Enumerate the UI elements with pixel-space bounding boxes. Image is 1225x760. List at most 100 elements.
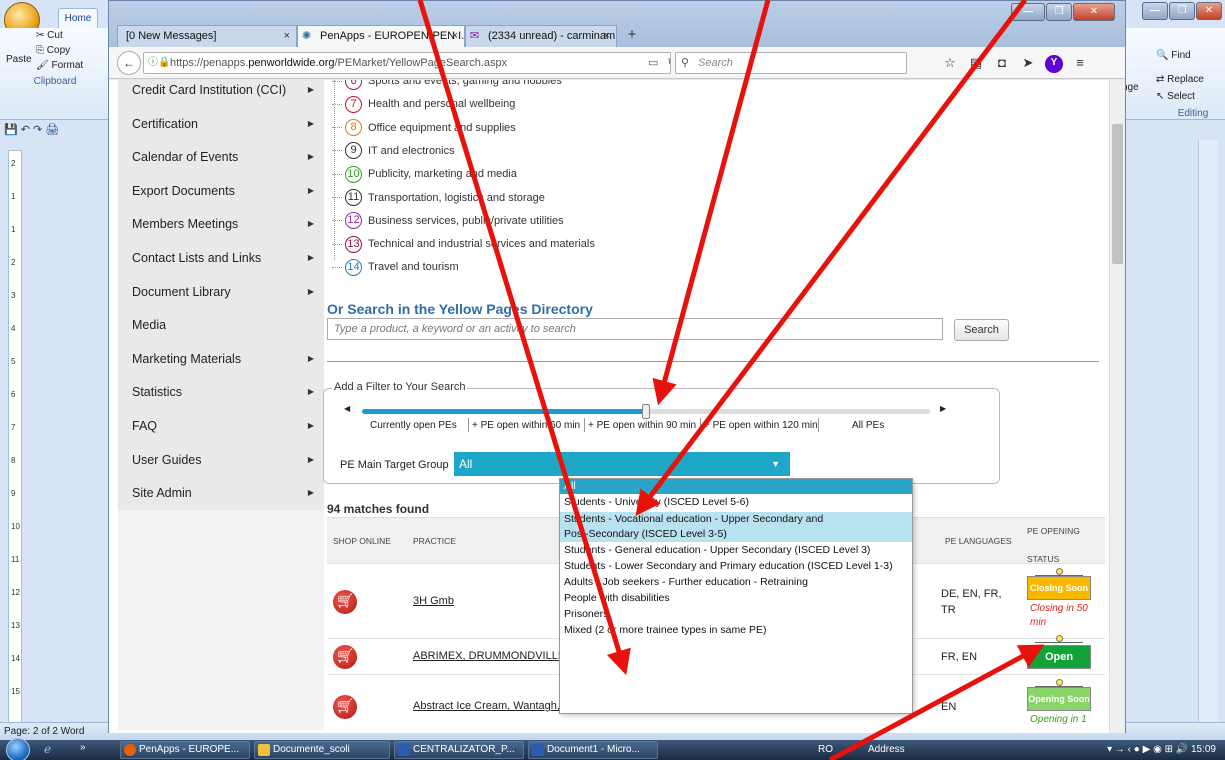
sidebar-item[interactable]: Media (118, 308, 324, 342)
sidebar-item[interactable]: User Guides ▶ (118, 443, 324, 477)
taskbar-item-document1[interactable]: Document1 - Micro... (528, 741, 658, 759)
category-item[interactable]: 12 Business services, public/private util… (332, 210, 564, 232)
restore-icon[interactable]: ❐ (1169, 2, 1195, 20)
dropdown-option-vocational[interactable]: Students - Vocational education - Upper … (560, 512, 912, 542)
taskbar-item-penapps[interactable]: PenApps - EUROPE... (120, 741, 250, 759)
back-arrow-icon[interactable]: ← (117, 51, 141, 75)
chevron-right-icon[interactable]: » (80, 742, 86, 753)
page-scrollbar[interactable] (1109, 80, 1125, 733)
shopping-cart-icon[interactable] (333, 645, 357, 669)
category-item[interactable]: 11 Transportation, logistics and storage (332, 187, 545, 209)
slider-left-arrow-icon[interactable]: ◀ (344, 404, 350, 413)
restore-icon[interactable]: ❐ (1046, 3, 1072, 21)
tab-mail[interactable]: ✉ (2334 unread) - carminam... × (465, 25, 617, 47)
url-bar[interactable]: ⓘ🔒 https://penapps.penworldwide.org/PEMa… (143, 52, 671, 74)
tab-close-icon[interactable]: × (452, 26, 458, 47)
sidebar-item[interactable]: Export Documents ▶ (118, 174, 324, 208)
pocket-icon[interactable]: ◘ (993, 55, 1011, 73)
tab-label: PenApps - EUROPEN-PEN I... (320, 30, 465, 42)
opening-time-slider[interactable] (362, 404, 930, 419)
category-item[interactable]: 6 Sports and events, gaming and hobbies (332, 80, 562, 92)
search-input[interactable]: ⚲ Search (675, 52, 907, 74)
practice-link[interactable]: Abstract Ice Cream, Wantagh, US (413, 700, 578, 712)
cut-button[interactable]: ✂ Cut (36, 30, 63, 41)
dropdown-option-adults[interactable]: Adults - Job seekers - Further education… (560, 575, 912, 590)
minimize-icon[interactable]: — (1011, 3, 1045, 21)
category-item[interactable]: 13 Technical and industrial services and … (332, 233, 595, 255)
minimize-icon[interactable]: — (1142, 2, 1168, 20)
dropdown-option-university[interactable]: Students - University (ISCED Level 5-6) (560, 495, 912, 510)
reader-reload-icons[interactable]: ▭ ↻ (648, 53, 670, 73)
close-icon[interactable]: ✕ (1196, 2, 1222, 20)
taskbar-item-centralizator[interactable]: CENTRALIZATOR_P... (394, 741, 524, 759)
dropdown-option-lower-secondary[interactable]: Students - Lower Secondary and Primary e… (560, 559, 912, 574)
copy-button[interactable]: ⎘ Copy (36, 45, 70, 56)
tab-messages[interactable]: [0 New Messages] × (117, 25, 297, 47)
clock: 15:09 (1190, 744, 1216, 755)
bookmark-star-icon[interactable]: ☆ (941, 55, 959, 73)
word-home-tab[interactable]: Home (58, 8, 98, 28)
sidebar-item[interactable]: Credit Card Institution (CCI) ▶ (118, 80, 324, 107)
sidebar-item[interactable]: FAQ ▶ (118, 409, 324, 443)
sidebar-item-label: Media (132, 318, 167, 333)
category-number-badge: 13 (345, 235, 362, 253)
dropdown-option-all[interactable]: All (560, 479, 912, 494)
category-number-badge: 10 (345, 165, 362, 183)
hamburger-menu-icon[interactable]: ≡ (1071, 55, 1089, 73)
category-item[interactable]: 8 Office equipment and supplies (332, 117, 516, 139)
shopping-cart-icon[interactable] (333, 695, 357, 719)
option-line1: Students - Vocational education - Upper … (564, 513, 824, 525)
find-button[interactable]: 🔍 Find (1156, 50, 1191, 61)
slider-handle[interactable] (642, 404, 650, 419)
bookmarks-list-icon[interactable]: ▤ (967, 55, 985, 73)
word-vertical-scrollbar[interactable] (1198, 140, 1218, 725)
sidebar-item[interactable]: Contact Lists and Links ▶ (118, 241, 324, 275)
new-tab-button[interactable]: + (621, 25, 643, 47)
dropdown-option-general-ed[interactable]: Students - General education - Upper Sec… (560, 543, 912, 558)
paste-button[interactable]: Paste (6, 54, 32, 65)
dropdown-option-disabilities[interactable]: People with disabilities (560, 591, 912, 606)
slider-label-120: + PE open within 120 min (704, 420, 818, 431)
sidebar-item[interactable]: Certification ▶ (118, 107, 324, 141)
ie-icon[interactable]: ℯ (44, 742, 51, 756)
tab-penapps[interactable]: ✺ PenApps - EUROPEN-PEN I... × (297, 25, 465, 47)
category-item[interactable]: 7 Health and personal wellbeing (332, 93, 515, 115)
sidebar-empty-area (118, 510, 324, 730)
slider-right-arrow-icon[interactable]: ▶ (940, 404, 946, 413)
sidebar-item[interactable]: Site Admin ▶ (118, 476, 324, 510)
start-button[interactable] (6, 738, 30, 760)
sidebar-item[interactable]: Calendar of Events ▶ (118, 140, 324, 174)
dropdown-option-prisoners[interactable]: Prisoners (560, 607, 912, 622)
category-item[interactable]: 14 Travel and tourism (332, 256, 459, 278)
shopping-cart-icon[interactable] (333, 590, 357, 614)
replace-button[interactable]: ⇄ Replace (1156, 74, 1204, 85)
language-indicator[interactable]: RO (818, 741, 833, 759)
sidebar-item[interactable]: Marketing Materials ▶ (118, 342, 324, 376)
format-painter-button[interactable]: 🖌 Format (36, 60, 83, 71)
yellow-pages-search-button[interactable]: Search (954, 319, 1009, 341)
category-item[interactable]: 10 Publicity, marketing and media (332, 163, 517, 185)
tab-close-icon[interactable]: × (604, 26, 610, 47)
scrollbar-thumb[interactable] (1112, 124, 1123, 264)
sidebar-item-label: Site Admin (132, 486, 192, 501)
sidebar-item[interactable]: Document Library ▶ (118, 275, 324, 309)
select-button[interactable]: ↖ Select (1156, 91, 1195, 102)
yellow-pages-search-input[interactable]: Type a product, a keyword or an activity… (327, 318, 943, 340)
tab-close-icon[interactable]: × (284, 26, 290, 47)
slider-fill (362, 409, 646, 414)
sidebar-item[interactable]: Members Meetings ▶ (118, 207, 324, 241)
category-item[interactable]: 9 IT and electronics (332, 140, 455, 162)
category-label: IT and electronics (368, 144, 455, 157)
address-toolbar[interactable]: Address (868, 741, 905, 759)
taskbar-item-documente[interactable]: Documente_scoli (254, 741, 390, 759)
dropdown-option-mixed[interactable]: Mixed (2 or more trainee types in same P… (560, 623, 912, 638)
target-group-dropdown: All Students - University (ISCED Level 5… (559, 478, 913, 714)
sidebar-item[interactable]: Statistics ▶ (118, 375, 324, 409)
quick-access-toolbar[interactable]: 💾 ↶ ↷ 🖨 (0, 120, 118, 140)
target-group-select[interactable]: All ▼ (454, 452, 790, 476)
close-icon[interactable]: ✕ (1073, 3, 1115, 21)
yahoo-icon[interactable]: Y (1045, 55, 1063, 73)
send-icon[interactable]: ➤ (1019, 55, 1037, 73)
practice-link[interactable]: 3H Gmb (413, 595, 454, 607)
ruler-mark: 4 (11, 324, 16, 333)
